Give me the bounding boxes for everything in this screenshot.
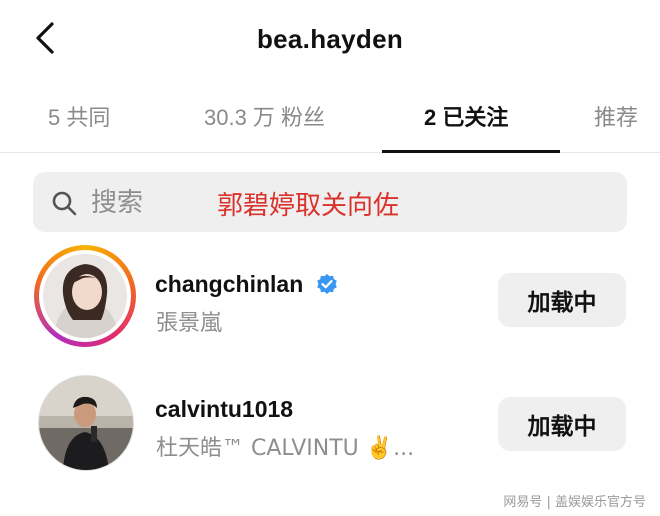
search-icon — [52, 191, 77, 216]
tab-following[interactable]: 2 已关注 — [424, 100, 508, 132]
following-list-screen: bea.hayden 5 共同 30.3 万 粉丝 2 已关注 推荐 郭碧婷取关… — [0, 0, 660, 516]
active-tab-indicator — [382, 150, 560, 153]
tab-suggested[interactable]: 推荐 — [594, 100, 638, 132]
header: bea.hayden — [0, 0, 660, 80]
following-button[interactable]: 加载中 — [498, 273, 626, 327]
display-name: 杜天皓™ CALVINTU ✌️... — [156, 436, 415, 461]
display-name: 張景嵐 — [156, 311, 223, 336]
avatar-story-ring[interactable] — [34, 245, 136, 347]
username[interactable]: calvintu1018 — [155, 396, 293, 423]
avatar — [43, 254, 127, 338]
following-row[interactable]: calvintu1018 杜天皓™ CALVINTU ✌️... 加载中 — [0, 370, 660, 480]
tab-followers[interactable]: 30.3 万 粉丝 — [204, 100, 325, 132]
avatar[interactable] — [38, 375, 134, 471]
overlay-caption: 郭碧婷取关向佐 — [217, 191, 400, 221]
tab-bar: 5 共同 30.3 万 粉丝 2 已关注 推荐 — [0, 90, 660, 153]
following-row[interactable]: changchinlan 張景嵐 加载中 — [0, 245, 660, 355]
verified-badge-icon — [317, 274, 337, 294]
watermark: 网易号 | 盖娱娱乐官方号 — [503, 495, 646, 510]
page-title: bea.hayden — [256, 24, 404, 54]
tab-mutual[interactable]: 5 共同 — [48, 100, 110, 132]
username[interactable]: changchinlan — [155, 271, 303, 298]
following-button[interactable]: 加载中 — [498, 397, 626, 451]
